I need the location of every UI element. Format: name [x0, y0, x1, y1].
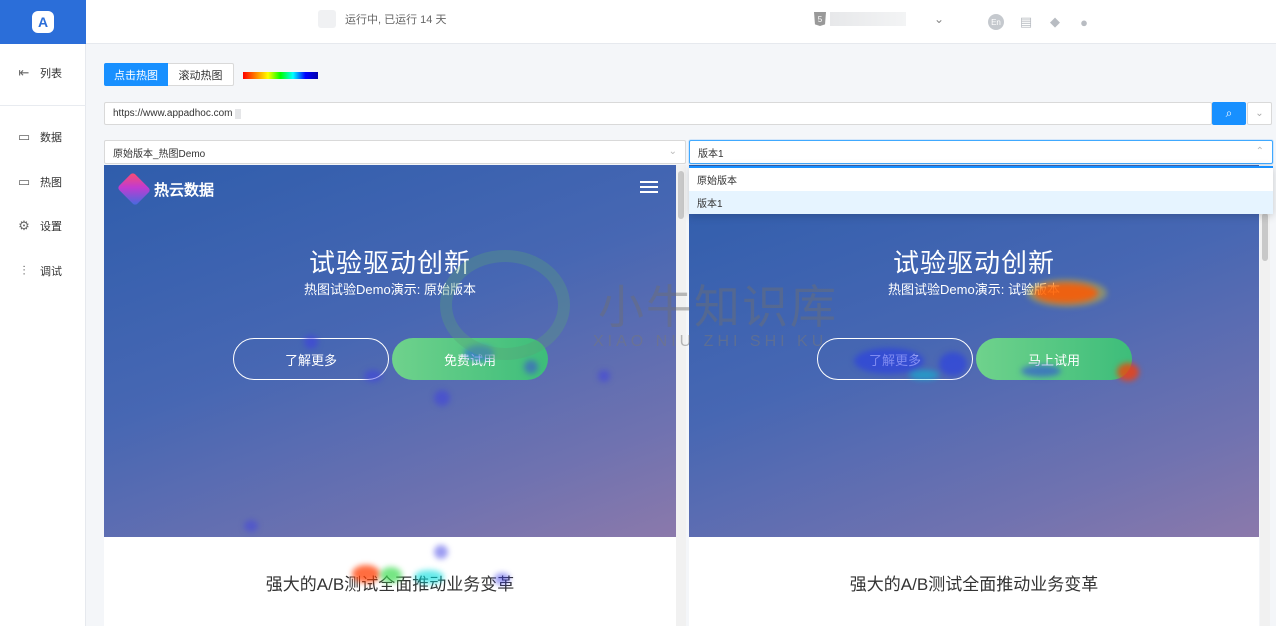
status-icon [318, 10, 336, 28]
project-name-redacted [830, 12, 906, 26]
try-now-button[interactable]: 马上试用 [976, 338, 1132, 380]
learn-more-button[interactable]: 了解更多 [817, 338, 973, 380]
chevron-up-icon: ⌃ [1255, 146, 1264, 157]
menu-icon[interactable] [640, 181, 658, 193]
left-version-value: 原始版本_热图Demo [113, 148, 206, 160]
chevron-down-icon: ⌄ [934, 12, 945, 26]
left-version-select[interactable]: 原始版本_热图Demo ⌄ [104, 140, 686, 164]
heat-legend-bar [243, 72, 318, 79]
left-pane-scrollbar[interactable] [676, 165, 686, 626]
app-logo[interactable]: A [0, 0, 86, 44]
monitor-chart-icon: ▭ [17, 129, 31, 144]
run-status: 运行中, 已运行 14 天 [318, 10, 446, 28]
dropdown-option-selected[interactable]: 版本1 [689, 191, 1273, 214]
language-en-icon[interactable]: En [988, 14, 1004, 30]
html5-icon: 5 [814, 12, 826, 26]
search-button[interactable]: ⌕ [1212, 102, 1246, 125]
hero-title: 试验驱动创新 [308, 248, 471, 278]
project-selector[interactable]: 5 ⌄ [814, 12, 944, 26]
chevron-down-icon: ⌄ [668, 146, 677, 157]
url-input[interactable]: https://www.appadhoc.com [104, 102, 1212, 125]
learn-more-button[interactable]: 了解更多 [233, 338, 389, 380]
sidebar-item-data[interactable]: ▭ 数据 [0, 125, 86, 149]
section-title: 强大的A/B测试全面推动业务变革 [849, 575, 1099, 594]
heat-spot [434, 545, 448, 559]
topbar: 运行中, 已运行 14 天 5 ⌄ En ▤ ◆ ● [86, 0, 1276, 44]
chevron-down-icon: ⌄ [1255, 108, 1264, 119]
search-icon: ⌕ [1225, 106, 1233, 120]
left-preview-pane: 热云数据 试验驱动创新 热图试验Demo演示: 原始版本 了解更多 免费试用 强… [104, 165, 676, 626]
bell-icon[interactable]: ◆ [1046, 13, 1064, 31]
run-status-text: 运行中, 已运行 14 天 [345, 14, 447, 26]
sliders-icon: ⫶ [22, 263, 26, 278]
gear-icon: ⚙ [18, 218, 30, 233]
hero-subtitle: 热图试验Demo演示: 试验版本 [888, 282, 1060, 297]
tab-scroll-heatmap[interactable]: 滚动热图 [168, 63, 234, 86]
right-preview-pane: 试验驱动创新 热图试验Demo演示: 试验版本 了解更多 马上试用 强大的A/B… [689, 165, 1259, 626]
book-icon[interactable]: ▤ [1017, 13, 1035, 31]
sidebar-divider [0, 105, 86, 106]
sidebar-item-label: 设置 [40, 221, 62, 233]
sidebar-item-settings[interactable]: ⚙ 设置 [0, 214, 86, 238]
right-pane-scrollbar[interactable] [1260, 165, 1270, 626]
hero-title: 试验驱动创新 [892, 248, 1055, 278]
sidebar-item-label: 数据 [40, 132, 62, 144]
cube-logo-icon [117, 172, 151, 206]
list-icon: ⇤ [18, 65, 30, 80]
right-version-value: 版本1 [698, 148, 724, 160]
right-version-select[interactable]: 版本1 ⌃ [689, 140, 1273, 164]
logo-icon: A [32, 11, 54, 33]
dropdown-option[interactable]: 原始版本 [689, 168, 1273, 191]
sidebar-item-label: 热图 [40, 177, 62, 189]
sidebar-item-label: 列表 [40, 68, 62, 80]
hero-banner: 热云数据 试验驱动创新 热图试验Demo演示: 原始版本 了解更多 免费试用 [104, 165, 676, 537]
brand-logo: 热云数据 [117, 172, 214, 206]
monitor-heat-icon: ▭ [17, 174, 31, 189]
url-value: https://www.appadhoc.com [113, 108, 233, 119]
sidebar-item-debug[interactable]: ⫶ 调试 [0, 259, 86, 283]
user-icon[interactable]: ● [1075, 13, 1093, 31]
version-dropdown: 原始版本 版本1 [689, 166, 1273, 214]
hero-banner: 试验驱动创新 热图试验Demo演示: 试验版本 了解更多 马上试用 [689, 165, 1259, 537]
sidebar-item-label: 调试 [40, 266, 62, 278]
section-title: 强大的A/B测试全面推动业务变革 [265, 575, 515, 594]
sidebar-item-list[interactable]: ⇤ 列表 [0, 61, 86, 85]
tab-click-heatmap[interactable]: 点击热图 [104, 63, 168, 86]
sidebar-item-heatmap[interactable]: ▭ 热图 [0, 170, 86, 194]
free-trial-button[interactable]: 免费试用 [392, 338, 548, 380]
sidebar: A ⇤ 列表 ▭ 数据 ▭ 热图 ⚙ 设置 ⫶ 调试 [0, 0, 86, 626]
url-dropdown-button[interactable]: ⌄ [1247, 102, 1272, 125]
hero-subtitle: 热图试验Demo演示: 原始版本 [304, 282, 476, 297]
